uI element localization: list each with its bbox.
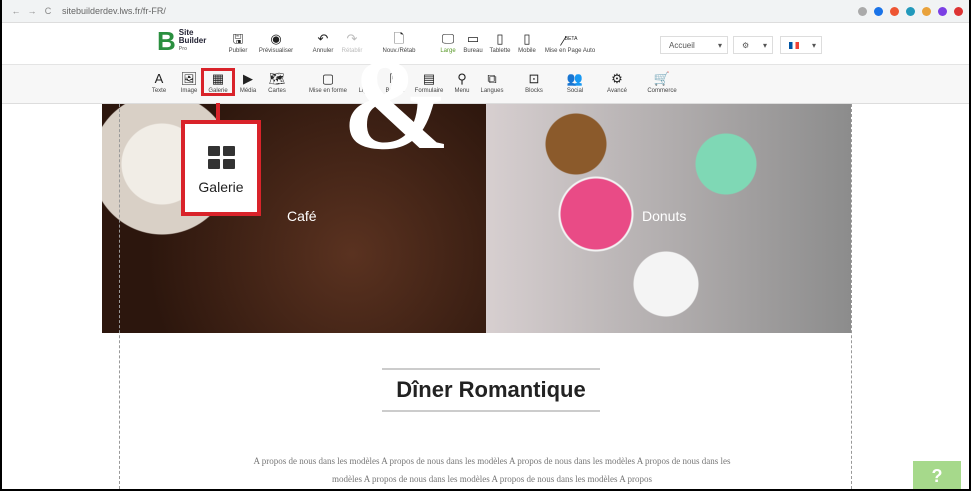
browser-bar: ← → C sitebuilderdev.lws.fr/fr-FR/ [2,0,969,23]
element-icon: 👥 [566,71,584,86]
label: Publier [228,48,248,54]
label: Langues [480,88,504,94]
extension-icon[interactable] [890,6,899,16]
extension-icon[interactable] [874,6,883,16]
preview-button[interactable]: ◉ Prévisualiser [256,30,296,54]
label: Mise en Page Auto [544,48,596,54]
section-guide [119,104,120,489]
gallery-icon [185,146,257,169]
label: Blocks [525,88,543,94]
element-icon: 🛒 [653,71,671,86]
gear-icon: ⚙ [742,40,750,50]
label: Avancé [607,88,627,94]
section-guide [851,104,852,489]
label: Commerce [647,88,677,94]
extensions [858,6,963,16]
element-avanc--button[interactable]: ⚙ Avancé [597,70,637,94]
ampersand-text: & [342,33,451,177]
beta-badge: BETA [564,36,578,42]
element-icon: ⊡ [528,71,540,86]
element-cartes-button[interactable]: 🗺 Cartes [257,70,297,94]
eye-icon: ◉ [270,31,282,46]
callout-label: Galerie [198,179,244,195]
forward-icon[interactable]: → [24,6,40,16]
logo-text: Builder [178,36,207,45]
hero-caption-left: Café [287,208,317,224]
label: Image [180,88,198,94]
star-icon[interactable] [858,6,867,16]
label: Prévisualiser [258,48,294,54]
label: Mobile [518,48,536,54]
auto-layout-button[interactable]: ⁄BETA Mise en Page Auto [540,30,600,54]
menu-icon[interactable] [954,6,963,16]
element-langues-button[interactable]: ⧉ Langues [472,70,512,94]
element-icon: 🗺 [268,71,286,86]
chevron-down-icon: ▾ [811,40,816,50]
site-builder-logo: B Site Builder Pro [157,26,207,56]
label: Annuler [312,48,334,54]
back-icon[interactable]: ← [8,6,24,16]
section-title[interactable]: Dîner Romantique [382,368,600,412]
element-icon: ⚙ [611,71,623,86]
chevron-down-icon: ▾ [762,40,767,50]
hero-caption-right: Donuts [642,208,687,224]
label: Social [566,88,584,94]
app-window: ← → C sitebuilderdev.lws.fr/fr-FR/ B Sit… [2,0,969,489]
extension-icon[interactable] [906,6,915,16]
help-button[interactable]: ? [913,461,961,489]
page-select-value: Accueil [669,40,695,50]
element-icon: ⧉ [487,71,497,86]
address-bar[interactable]: sitebuilderdev.lws.fr/fr-FR/ [62,6,858,16]
extension-icon[interactable] [922,6,931,16]
chevron-down-icon: ▾ [717,40,722,50]
reload-icon[interactable]: C [40,6,56,16]
element-social-button[interactable]: 👥 Social [555,70,595,94]
save-icon: 🖫 [232,31,244,46]
settings-dropdown[interactable]: ⚙ ▾ [733,36,773,54]
element-commerce-button[interactable]: 🛒 Commerce [642,70,682,94]
callout-connector [216,103,220,121]
magic-wand-icon: ⁄BETA [562,33,578,49]
label: Galerie [208,88,228,94]
logo-text: Pro [178,46,188,52]
label: Cartes [268,88,286,94]
language-dropdown[interactable]: ▾ [780,36,822,54]
profile-icon[interactable] [938,6,947,16]
label: Texte [151,88,167,94]
page-select[interactable]: Accueil ▾ [660,36,728,54]
section-paragraph[interactable]: A propos de nous dans les modèles A prop… [242,452,742,488]
element-blocks-button[interactable]: ⊡ Blocks [514,70,554,94]
label: Menu [454,88,470,94]
publish-button[interactable]: 🖫 Publier [218,30,258,54]
gallery-callout: Galerie [181,120,261,216]
label: Média [239,88,257,94]
flag-fr-icon [789,41,799,49]
